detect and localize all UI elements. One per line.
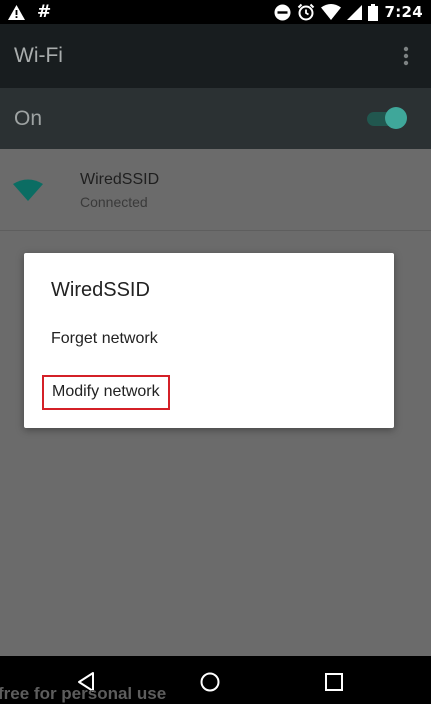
forget-network-button[interactable]: Forget network xyxy=(51,330,158,348)
watermark-text: free for personal use xyxy=(0,684,167,703)
wifi-signal-icon xyxy=(321,4,342,20)
status-left-icons: # xyxy=(8,2,51,22)
dialog-title: WiredSSID xyxy=(51,279,150,301)
network-options-dialog: WiredSSID Forget network Modify network xyxy=(24,253,394,428)
master-switch-label: On xyxy=(14,107,43,130)
page-title: Wi-Fi xyxy=(14,44,63,67)
modify-network-button[interactable]: Modify network xyxy=(42,375,170,410)
home-icon[interactable] xyxy=(199,671,221,693)
hash-icon: # xyxy=(37,2,52,22)
alarm-icon xyxy=(297,3,315,21)
more-vert-icon[interactable] xyxy=(403,46,409,66)
do-not-disturb-icon xyxy=(274,4,291,21)
wifi-toggle[interactable] xyxy=(367,107,407,129)
toggle-thumb xyxy=(385,107,407,129)
cell-signal-icon xyxy=(347,4,363,20)
battery-icon xyxy=(368,3,379,21)
network-item[interactable]: WiredSSID Connected xyxy=(0,149,431,231)
network-name: WiredSSID xyxy=(80,171,160,188)
app-bar: Wi-Fi xyxy=(0,24,431,88)
wifi-master-switch-row[interactable]: On xyxy=(0,88,431,149)
status-right-icons: 7:24 xyxy=(274,2,423,22)
wifi-full-icon xyxy=(13,179,43,201)
status-time: 7:24 xyxy=(384,3,423,21)
status-bar: # 7:24 xyxy=(0,0,431,24)
recents-icon[interactable] xyxy=(323,671,345,693)
network-status: Connected xyxy=(80,194,148,210)
warning-icon xyxy=(8,4,25,20)
